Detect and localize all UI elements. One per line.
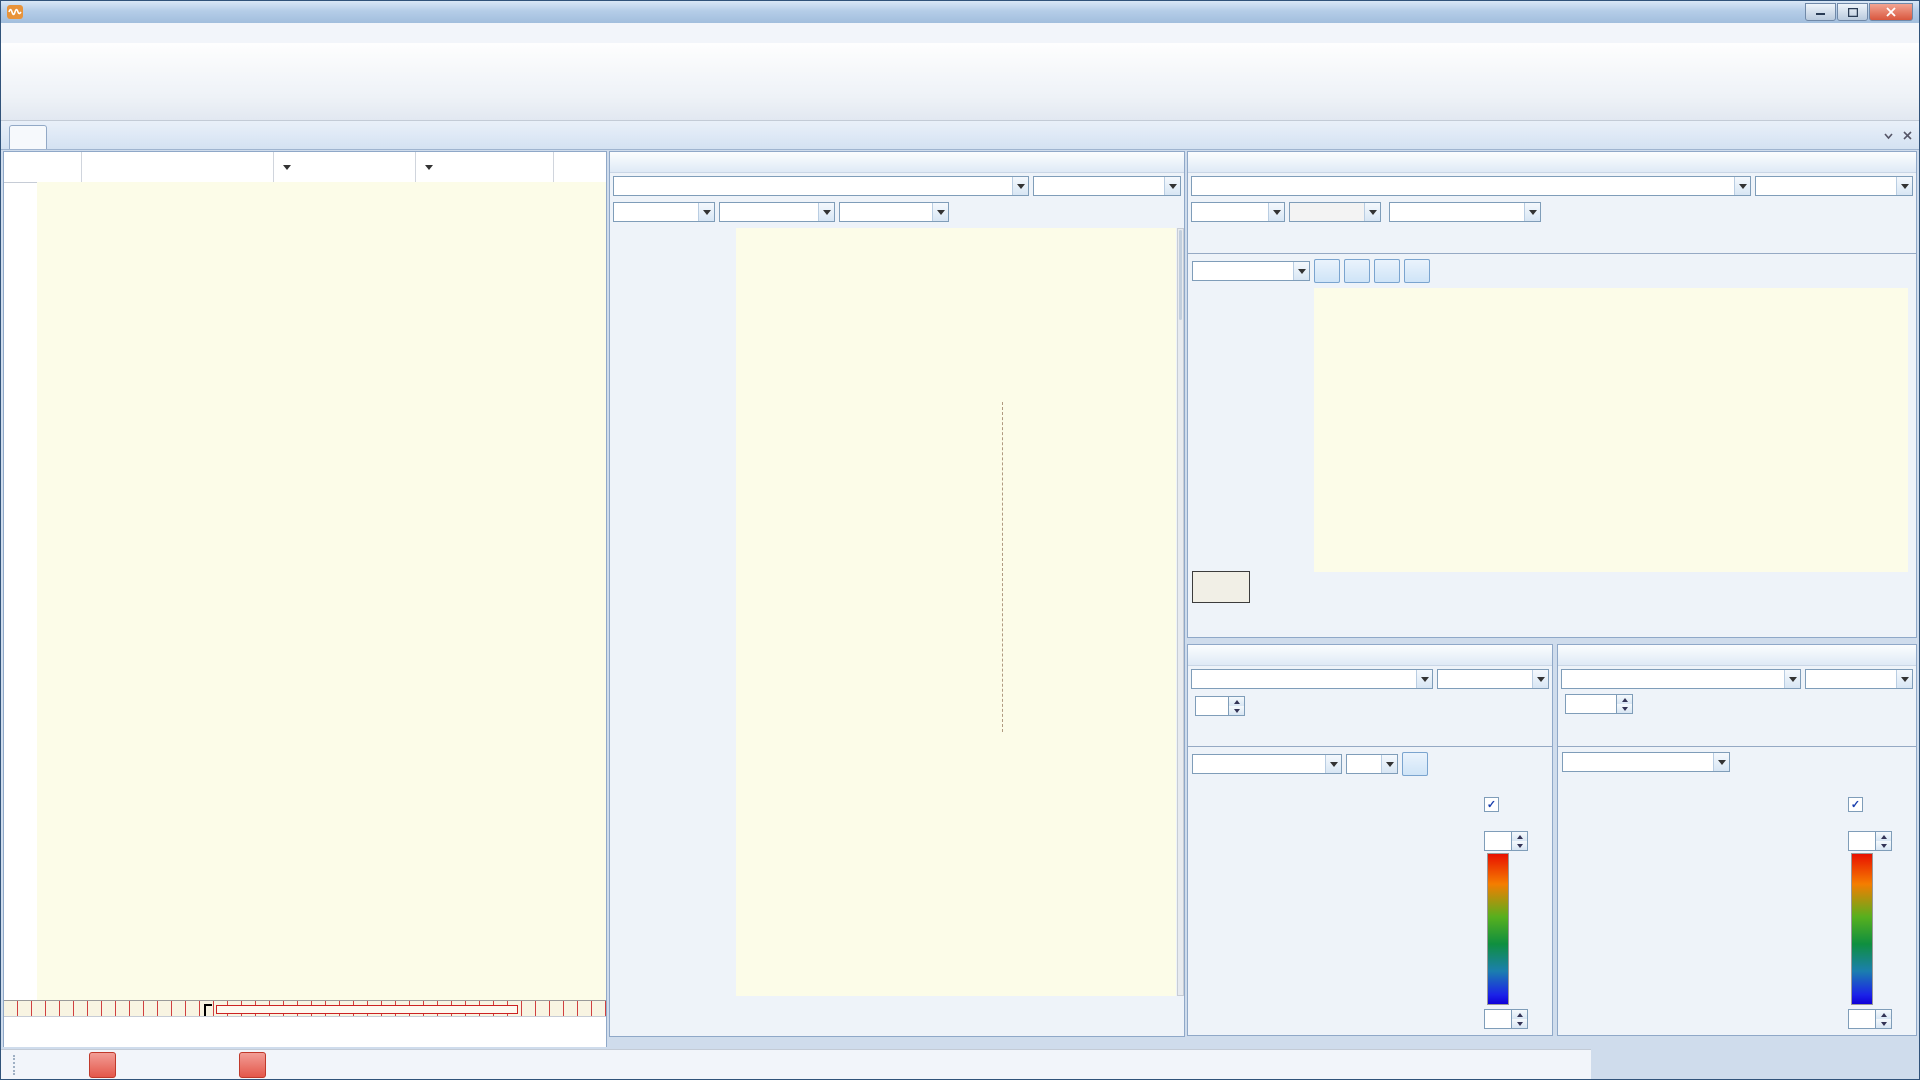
- autocorr-colorbar: ✓: [1484, 797, 1548, 1037]
- epoch-combo[interactable]: [613, 176, 1029, 196]
- autocorr-panel-header: [1188, 645, 1552, 666]
- document-tabstrip: [1, 121, 1919, 150]
- spectra-chart[interactable]: [736, 228, 1176, 996]
- wave-view-1-button[interactable]: [1314, 259, 1340, 283]
- coherence-chart[interactable]: [1314, 288, 1908, 572]
- smoothing-combo[interactable]: [1289, 202, 1381, 222]
- epoch-combo[interactable]: [1191, 669, 1433, 689]
- refresh-button[interactable]: [1432, 752, 1458, 776]
- hpf-label: [554, 152, 606, 182]
- colorbar-min-spinner[interactable]: [1484, 1009, 1528, 1029]
- coherence-panel: [1187, 151, 1917, 638]
- area-chart-button[interactable]: [1575, 200, 1601, 224]
- rewind-button[interactable]: [119, 1052, 146, 1078]
- next-test-button[interactable]: [348, 1052, 375, 1078]
- colorbar-min-spinner[interactable]: [1848, 1009, 1892, 1029]
- recalc-wave-icon[interactable]: [1249, 694, 1275, 718]
- amplitude-scale-combo[interactable]: [274, 152, 416, 182]
- crosscorr-colorbar: ✓: [1848, 797, 1912, 1037]
- color-scale: [1851, 853, 1873, 1005]
- timer-back-button[interactable]: [149, 1052, 176, 1078]
- maximize-button[interactable]: [1837, 3, 1868, 21]
- close-button[interactable]: [1869, 3, 1913, 21]
- coherence-tabs: [1188, 228, 1916, 254]
- main-toolbar: [1, 43, 1919, 121]
- application-window: ✓: [0, 0, 1920, 1080]
- epoch-combo[interactable]: [1561, 669, 1801, 689]
- skip-first-button[interactable]: [29, 1052, 56, 1078]
- measure-combo[interactable]: [1191, 202, 1285, 222]
- sweep-speed-combo[interactable]: [416, 152, 554, 182]
- total-time: [4, 152, 82, 182]
- interval-spinner[interactable]: [1195, 696, 1245, 716]
- coherence-freq-axis: [1188, 574, 1918, 588]
- marker-dashed-line: [1002, 402, 1004, 732]
- scale-mode-combo[interactable]: [1192, 261, 1310, 281]
- interval-spinner[interactable]: [1565, 694, 1633, 714]
- dimension-combo[interactable]: [1346, 754, 1398, 774]
- toolbar-grip[interactable]: [13, 1055, 18, 1075]
- scaling-combo[interactable]: [719, 202, 835, 222]
- selected-region[interactable]: [216, 1005, 518, 1014]
- spectra-freq-axis: [610, 998, 1186, 1014]
- title-bar: [1, 1, 1919, 23]
- head-map-button[interactable]: [953, 200, 979, 224]
- next-event-button[interactable]: [239, 1052, 266, 1078]
- spectra-band-bar: [610, 1015, 1186, 1031]
- rewind-page-button[interactable]: [59, 1052, 86, 1078]
- map-parameter-combo[interactable]: [1192, 754, 1342, 774]
- spectra-scrollbar[interactable]: [1177, 228, 1184, 996]
- close-tab-icon[interactable]: [1902, 128, 1913, 146]
- autocorr-tabs: [1188, 721, 1552, 747]
- crosscorr-tabs: [1558, 721, 1916, 747]
- forward-button[interactable]: [209, 1052, 236, 1078]
- analysis-mode-combo[interactable]: [1755, 176, 1913, 196]
- crosscorrelation-panel: ✓: [1557, 644, 1917, 1036]
- eeg-marker-strip[interactable]: [4, 1000, 606, 1017]
- color-scale: [1487, 853, 1509, 1005]
- auto-scale-checkbox[interactable]: ✓: [1848, 797, 1912, 812]
- head-map-button[interactable]: [1402, 752, 1428, 776]
- menu-bar: [1, 23, 1919, 44]
- analysis-mode-combo[interactable]: [1805, 669, 1913, 689]
- spectra-panel-header: [610, 152, 1184, 173]
- map-parameter-combo[interactable]: [1562, 752, 1730, 772]
- wave-view-3-button[interactable]: [1374, 259, 1400, 283]
- eeg-control-bar: [4, 152, 606, 183]
- head-map-button[interactable]: [1545, 200, 1571, 224]
- smoothing-combo[interactable]: [839, 202, 949, 222]
- prev-event-button[interactable]: [89, 1052, 116, 1078]
- chevron-down-icon[interactable]: [1883, 128, 1894, 146]
- colorbar-max-spinner[interactable]: [1484, 831, 1528, 851]
- measure-combo[interactable]: [613, 202, 715, 222]
- app-logo-icon: [7, 5, 23, 19]
- eeg-time-axis: [37, 182, 606, 198]
- prev-test-button[interactable]: [378, 1052, 405, 1078]
- coherence-band-bar: [1188, 590, 1918, 606]
- timer-forward-button[interactable]: [179, 1052, 206, 1078]
- autocorrelation-panel: ✓: [1187, 644, 1553, 1036]
- wave-view-2-button[interactable]: [1344, 259, 1370, 283]
- pairs-combo[interactable]: [1389, 202, 1541, 222]
- playback-toolbar: [1, 1049, 1591, 1080]
- marker-time: [82, 152, 274, 182]
- spectrum-scale-button[interactable]: [983, 200, 1009, 224]
- crosscorr-panel-header: [1558, 645, 1916, 666]
- colorbar-max-spinner[interactable]: [1848, 831, 1892, 851]
- spectra-panel: [609, 151, 1185, 1037]
- auto-scale-checkbox[interactable]: ✓: [1484, 797, 1548, 812]
- eeg-traces-area[interactable]: [37, 182, 606, 1000]
- eeg-status-bar: [4, 1016, 606, 1047]
- coherence-panel-header: [1188, 152, 1916, 173]
- analysis-mode-combo[interactable]: [1033, 176, 1181, 196]
- skip-last-button[interactable]: [299, 1052, 326, 1078]
- epoch-combo[interactable]: [1191, 176, 1751, 196]
- wave-view-4-button[interactable]: [1404, 259, 1430, 283]
- minimize-button[interactable]: [1805, 3, 1836, 21]
- analysis-mode-combo[interactable]: [1437, 669, 1549, 689]
- eeg-panel: [3, 151, 607, 1047]
- tab-eeg[interactable]: [9, 125, 47, 149]
- forward-page-button[interactable]: [269, 1052, 296, 1078]
